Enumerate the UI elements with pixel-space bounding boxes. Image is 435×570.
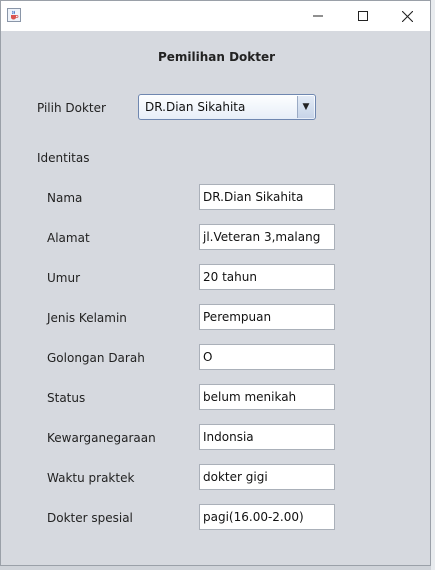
dokter-spesial-field[interactable]: pagi(16.00-2.00) — [199, 504, 335, 530]
doctor-select-combobox[interactable]: DR.Dian Sikahita ▼ — [138, 94, 316, 120]
close-icon — [402, 10, 413, 22]
status-label: Status — [47, 391, 86, 405]
golongan-darah-label: Golongan Darah — [47, 351, 145, 365]
nama-label: Nama — [47, 191, 83, 205]
umur-label: Umur — [47, 271, 81, 285]
alamat-label: Alamat — [47, 231, 90, 245]
kewarganegaraan-field[interactable]: Indonsia — [199, 424, 335, 450]
minimize-icon — [312, 15, 323, 17]
minimize-button[interactable] — [295, 1, 340, 31]
maximize-icon — [357, 11, 368, 21]
golongan-darah-field[interactable]: O — [199, 344, 335, 370]
kewarganegaraan-label: Kewarganegaraan — [47, 431, 156, 445]
form-panel: Pemilihan Dokter Pilih Dokter DR.Dian Si… — [1, 31, 430, 567]
status-field[interactable]: belum menikah — [199, 384, 335, 410]
doctor-select-value: DR.Dian Sikahita — [145, 100, 246, 114]
app-window: Pemilihan Dokter Pilih Dokter DR.Dian Si… — [0, 0, 431, 566]
waktu-praktek-field[interactable]: dokter gigi — [199, 464, 335, 490]
maximize-button[interactable] — [340, 1, 385, 31]
dropdown-arrow-icon[interactable]: ▼ — [297, 96, 314, 118]
jenis-kelamin-label: Jenis Kelamin — [47, 311, 127, 325]
identity-section-label: Identitas — [37, 151, 90, 165]
title-bar — [1, 1, 430, 31]
close-button[interactable] — [385, 1, 430, 31]
jenis-kelamin-field[interactable]: Perempuan — [199, 304, 335, 330]
background-window-edge — [431, 0, 435, 570]
page-title: Pemilihan Dokter — [157, 50, 276, 64]
nama-field[interactable]: DR.Dian Sikahita — [199, 184, 335, 210]
umur-field[interactable]: 20 tahun — [199, 264, 335, 290]
doctor-select-label: Pilih Dokter — [37, 101, 106, 115]
dokter-spesial-label: Dokter spesial — [47, 511, 133, 525]
waktu-praktek-label: Waktu praktek — [47, 471, 135, 485]
alamat-field[interactable]: jl.Veteran 3,malang — [199, 224, 335, 250]
java-cup-icon — [7, 8, 21, 22]
